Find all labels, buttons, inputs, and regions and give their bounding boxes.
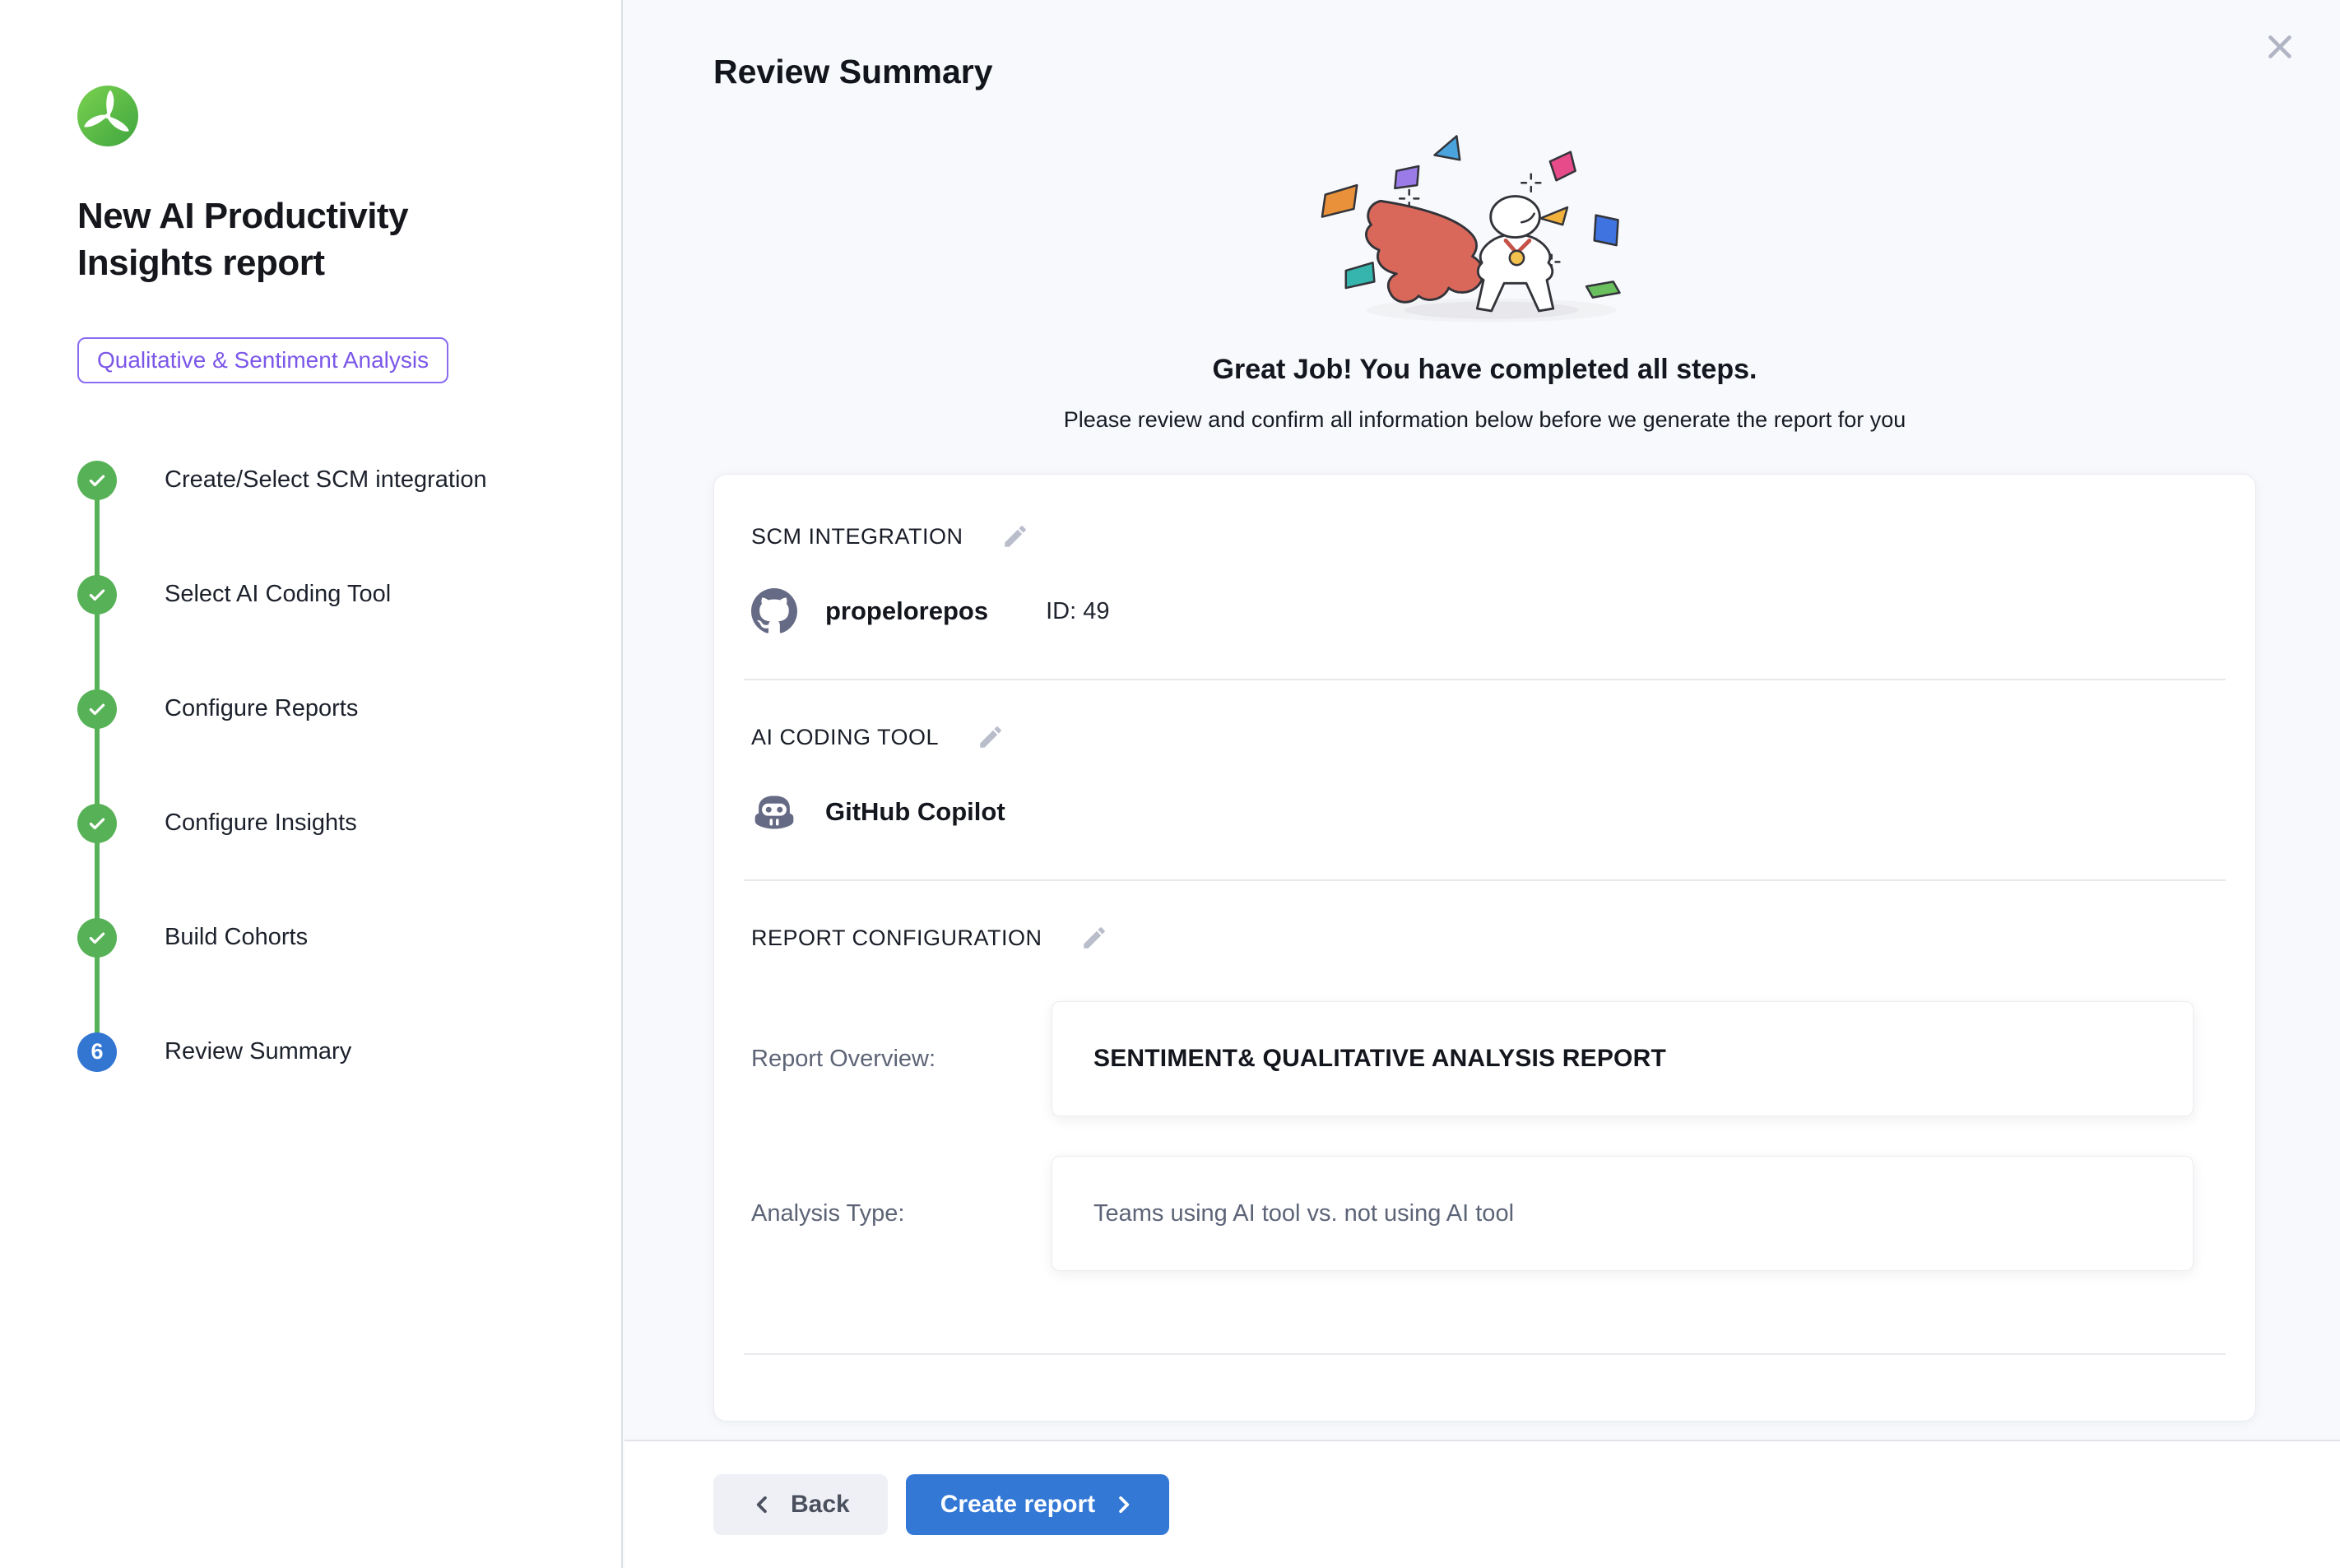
back-button-label: Back — [791, 1491, 850, 1519]
wizard-sidebar: New AI Productivity Insights report Qual… — [0, 0, 623, 1568]
step-configure-reports[interactable]: Configure Reports — [77, 689, 588, 729]
scm-integration-name: propelorepos — [825, 596, 988, 626]
step-configure-insights[interactable]: Configure Insights — [77, 804, 588, 843]
report-configuration-label: REPORT CONFIGURATION — [751, 925, 1042, 951]
step-label: Review Summary — [165, 1038, 351, 1065]
report-configuration-section-header: REPORT CONFIGURATION — [714, 881, 2255, 952]
wizard-title: New AI Productivity Insights report — [77, 193, 513, 286]
page-title: Review Summary — [713, 53, 993, 91]
wizard-footer: Back Create report — [624, 1440, 2340, 1568]
step-create-select-scm[interactable]: Create/Select SCM integration — [77, 461, 588, 500]
report-overview-label: Report Overview: — [751, 1046, 1052, 1073]
step-complete-check-icon — [77, 461, 117, 500]
propeller-logo-icon — [77, 86, 138, 146]
congrats-title: Great Job! You have completed all steps. — [713, 354, 2256, 386]
step-complete-check-icon — [77, 689, 117, 729]
section-divider — [744, 1353, 2226, 1355]
ai-coding-tool-row: GitHub Copilot — [714, 751, 2255, 879]
report-overview-value: SENTIMENT& QUALITATIVE ANALYSIS REPORT — [1093, 1045, 1666, 1073]
analysis-type-row: Analysis Type: Teams using AI tool vs. n… — [751, 1156, 2218, 1271]
chevron-left-icon — [751, 1493, 774, 1516]
step-review-summary[interactable]: 6 Review Summary — [77, 1032, 588, 1072]
congrats-subtitle: Please review and confirm all informatio… — [713, 407, 2256, 433]
analysis-type-value-box: Teams using AI tool vs. not using AI too… — [1052, 1156, 2194, 1271]
step-label: Configure Reports — [165, 695, 358, 722]
ai-coding-tool-label: AI CODING TOOL — [751, 725, 939, 750]
github-octocat-icon — [751, 588, 797, 634]
analysis-type-value: Teams using AI tool vs. not using AI too… — [1093, 1200, 1514, 1227]
step-number: 6 — [91, 1039, 103, 1065]
step-complete-check-icon — [77, 918, 117, 958]
report-overview-value-box: SENTIMENT& QUALITATIVE ANALYSIS REPORT — [1052, 1001, 2194, 1116]
step-complete-check-icon — [77, 575, 117, 615]
analysis-type-label: Analysis Type: — [751, 1200, 1052, 1227]
step-list: Create/Select SCM integration Select AI … — [77, 461, 588, 1072]
create-report-button[interactable]: Create report — [906, 1474, 1169, 1535]
analysis-type-badge: Qualitative & Sentiment Analysis — [77, 337, 448, 383]
summary-card: SCM INTEGRATION propelorepos ID: 49 AI C… — [713, 474, 2256, 1422]
create-report-button-label: Create report — [940, 1491, 1095, 1519]
edit-scm-pencil-icon[interactable] — [1001, 522, 1029, 550]
step-label: Build Cohorts — [165, 924, 308, 951]
back-button[interactable]: Back — [713, 1474, 888, 1535]
ai-coding-tool-section-header: AI CODING TOOL — [714, 680, 2255, 751]
edit-report-pencil-icon[interactable] — [1080, 924, 1108, 952]
ai-coding-tool-name: GitHub Copilot — [825, 797, 1005, 827]
step-label: Select AI Coding Tool — [165, 581, 391, 608]
chevron-right-icon — [1112, 1493, 1135, 1516]
close-icon[interactable] — [2261, 28, 2299, 66]
review-summary-panel: Review Summary — [624, 0, 2340, 1568]
step-build-cohorts[interactable]: Build Cohorts — [77, 918, 588, 958]
celebration-superhero-illustration — [1279, 122, 1691, 334]
report-wizard-window: New AI Productivity Insights report Qual… — [0, 0, 2340, 1568]
report-overview-row: Report Overview: SENTIMENT& QUALITATIVE … — [751, 1001, 2218, 1116]
step-label: Create/Select SCM integration — [165, 466, 487, 494]
step-connector-line — [95, 480, 100, 1052]
scm-integration-label: SCM INTEGRATION — [751, 524, 963, 550]
review-summary-content: Great Job! You have completed all steps.… — [713, 90, 2256, 1422]
scm-integration-row: propelorepos ID: 49 — [714, 550, 2255, 679]
step-select-ai-coding-tool[interactable]: Select AI Coding Tool — [77, 575, 588, 615]
step-complete-check-icon — [77, 804, 117, 843]
github-copilot-icon — [751, 789, 797, 835]
step-current-number-badge: 6 — [77, 1032, 117, 1072]
step-label: Configure Insights — [165, 810, 357, 837]
edit-tool-pencil-icon[interactable] — [977, 723, 1005, 751]
scm-integration-section-header: SCM INTEGRATION — [714, 475, 2255, 550]
scm-integration-id: ID: 49 — [1046, 598, 1109, 625]
